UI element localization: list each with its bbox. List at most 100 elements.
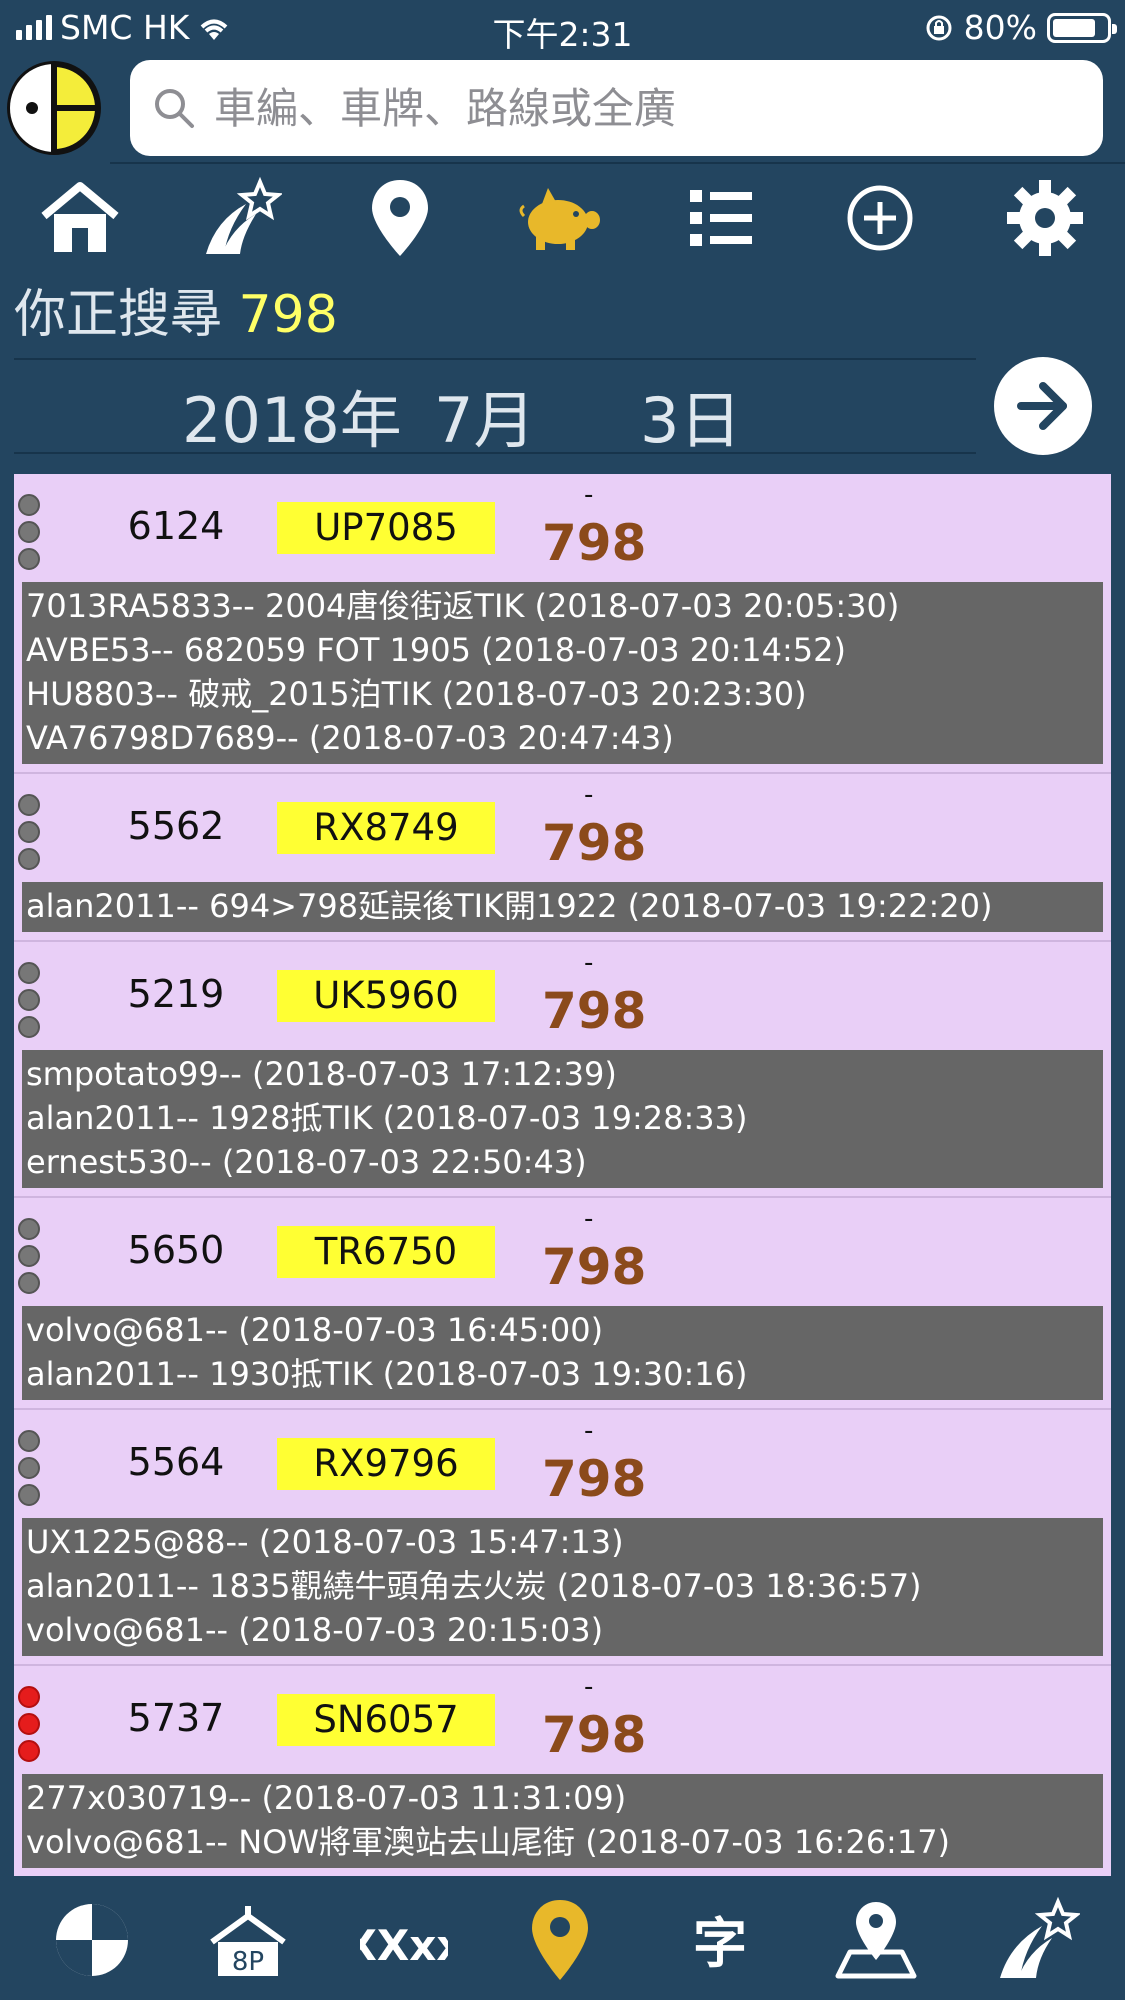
bottom-tab-bar: 8P XXxx 字 bbox=[0, 1876, 1125, 2000]
shooting-star-tab-icon[interactable] bbox=[988, 1892, 1084, 1988]
sighting-note: alan2011-- 1930抵TIK (2018-07-03 19:30:16… bbox=[26, 1355, 748, 1393]
license-plate: TR6750 bbox=[277, 1226, 495, 1278]
search-bar[interactable] bbox=[130, 60, 1103, 156]
next-arrow-button[interactable] bbox=[994, 357, 1092, 455]
bus-record-card[interactable]: 5650 TR6750 - 798 volvo@681-- (2018-07-0… bbox=[14, 1198, 1111, 1410]
search-heading: 你正搜尋 798 bbox=[14, 272, 338, 347]
route-number: 798 bbox=[542, 814, 647, 872]
record-dash: - bbox=[584, 780, 594, 810]
fleet-number: 5562 bbox=[127, 804, 225, 848]
record-header: 5737 SN6057 - 798 bbox=[14, 1666, 1111, 1774]
bus-record-card[interactable]: 5737 SN6057 - 798 277x030719-- (2018-07-… bbox=[14, 1666, 1111, 1876]
sighting-notes: smpotato99-- (2018-07-03 17:12:39) alan20… bbox=[22, 1050, 1103, 1188]
sighting-note: AVBE53-- 682059 FOT 1905 (2018-07-03 20:… bbox=[26, 631, 846, 669]
record-header: 5564 RX9796 - 798 bbox=[14, 1410, 1111, 1518]
sighting-notes: volvo@681-- (2018-07-03 16:45:00) alan201… bbox=[22, 1306, 1103, 1400]
sighting-note: alan2011-- 694>798延誤後TIK開1922 (2018-07-0… bbox=[26, 887, 993, 925]
date-month[interactable]: 7月 bbox=[434, 370, 535, 460]
record-dash: - bbox=[584, 948, 594, 978]
record-header: 5219 UK5960 - 798 bbox=[14, 942, 1111, 1050]
gear-icon[interactable] bbox=[995, 174, 1095, 262]
search-input[interactable] bbox=[214, 83, 1064, 133]
fleet-number: 5650 bbox=[127, 1228, 225, 1272]
shooting-star-icon[interactable] bbox=[190, 174, 290, 262]
hk-logo-tab-icon[interactable] bbox=[44, 1892, 140, 1988]
location-pin-icon[interactable] bbox=[350, 174, 450, 262]
pig-icon[interactable] bbox=[510, 174, 610, 262]
character-label: 字 bbox=[693, 1912, 747, 1975]
route-number: 798 bbox=[542, 514, 647, 572]
route-number: 798 bbox=[542, 1238, 647, 1296]
sighting-notes: 277x030719-- (2018-07-03 11:31:09) volvo@… bbox=[22, 1774, 1103, 1868]
sighting-note: VA76798D7689-- (2018-07-03 20:47:43) bbox=[26, 719, 674, 757]
home-icon[interactable] bbox=[30, 174, 130, 262]
status-light-icon bbox=[18, 494, 40, 570]
date-year[interactable]: 2018年 bbox=[182, 370, 402, 460]
status-light-icon bbox=[18, 1430, 40, 1506]
license-plate: RX9796 bbox=[277, 1438, 495, 1490]
battery-percent: 80% bbox=[963, 8, 1037, 47]
sighting-note: volvo@681-- (2018-07-03 16:45:00) bbox=[26, 1311, 604, 1349]
sighting-note: ernest530-- (2018-07-03 22:50:43) bbox=[26, 1143, 587, 1181]
status-light-icon bbox=[18, 962, 40, 1038]
sighting-note: HU8803-- 破戒_2015泊TIK (2018-07-03 20:23:3… bbox=[26, 675, 807, 713]
bus-record-card[interactable]: 6124 UP7085 - 798 7013RA5833-- 2004唐俊街返T… bbox=[14, 474, 1111, 774]
rotation-lock-icon bbox=[926, 15, 952, 40]
search-heading-label: 你正搜尋 bbox=[14, 285, 223, 345]
status-light-icon bbox=[18, 1218, 40, 1294]
map-pin-tab-icon[interactable] bbox=[828, 1892, 924, 1988]
battery-icon bbox=[1047, 12, 1117, 43]
license-plate: RX8749 bbox=[277, 802, 495, 854]
fleet-8p-tab-icon[interactable]: 8P bbox=[200, 1892, 296, 1988]
record-header: 5562 RX8749 - 798 bbox=[14, 774, 1111, 882]
add-circle-icon[interactable] bbox=[830, 174, 930, 262]
record-dash: - bbox=[584, 1204, 594, 1234]
fleet-number: 5564 bbox=[127, 1440, 225, 1484]
date-divider-bottom bbox=[14, 452, 976, 454]
fleet-number: 5737 bbox=[127, 1696, 225, 1740]
location-tab-icon[interactable] bbox=[512, 1892, 608, 1988]
date-divider-top bbox=[14, 358, 976, 360]
status-bar: SMC HK 下午2:31 80% bbox=[0, 0, 1125, 56]
date-day[interactable]: 3日 bbox=[640, 370, 741, 460]
bus-record-card[interactable]: 5564 RX9796 - 798 UX1225@88-- (2018-07-0… bbox=[14, 1410, 1111, 1666]
sighting-note: UX1225@88-- (2018-07-03 15:47:13) bbox=[26, 1523, 624, 1561]
record-dash: - bbox=[584, 480, 594, 510]
sighting-note: alan2011-- 1835觀繞牛頭角去火炭 (2018-07-03 18:3… bbox=[26, 1567, 922, 1605]
app-logo[interactable] bbox=[6, 60, 102, 156]
bus-record-card[interactable]: 5562 RX8749 - 798 alan2011-- 694>798延誤後T… bbox=[14, 774, 1111, 942]
xxxx-tab-icon[interactable]: XXxx bbox=[356, 1892, 452, 1988]
status-light-icon bbox=[18, 794, 40, 870]
record-dash: - bbox=[584, 1416, 594, 1446]
record-header: 5650 TR6750 - 798 bbox=[14, 1198, 1111, 1306]
sighting-notes: 7013RA5833-- 2004唐俊街返TIK (2018-07-03 20:… bbox=[22, 582, 1103, 764]
bus-record-card[interactable]: 5219 UK5960 - 798 smpotato99-- (2018-07-… bbox=[14, 942, 1111, 1198]
bus-record-list[interactable]: 6124 UP7085 - 798 7013RA5833-- 2004唐俊街返T… bbox=[14, 474, 1111, 1876]
character-tab-icon[interactable]: 字 bbox=[672, 1892, 768, 1988]
sighting-notes: alan2011-- 694>798延誤後TIK開1922 (2018-07-0… bbox=[22, 882, 1103, 932]
route-number: 798 bbox=[542, 982, 647, 1040]
sighting-note: 277x030719-- (2018-07-03 11:31:09) bbox=[26, 1779, 627, 1817]
sighting-note: smpotato99-- (2018-07-03 17:12:39) bbox=[26, 1055, 617, 1093]
sighting-note: 7013RA5833-- 2004唐俊街返TIK (2018-07-03 20:… bbox=[26, 587, 900, 625]
route-number: 798 bbox=[542, 1706, 647, 1764]
sighting-note: volvo@681-- NOW將軍澳站去山尾街 (2018-07-03 16:2… bbox=[26, 1823, 951, 1861]
sighting-notes: UX1225@88-- (2018-07-03 15:47:13) alan201… bbox=[22, 1518, 1103, 1656]
list-icon[interactable] bbox=[670, 174, 770, 262]
arrow-right-icon bbox=[1017, 382, 1067, 430]
search-icon bbox=[155, 89, 194, 128]
status-light-icon bbox=[18, 1686, 40, 1762]
route-number: 798 bbox=[542, 1450, 647, 1508]
fleet-number: 5219 bbox=[127, 972, 225, 1016]
license-plate: UK5960 bbox=[277, 970, 495, 1022]
license-plate: SN6057 bbox=[277, 1694, 495, 1746]
top-nav bbox=[0, 168, 1125, 268]
fleet-8p-label: 8P bbox=[232, 1947, 264, 1977]
record-dash: - bbox=[584, 1672, 594, 1702]
xxxx-label: XXxx bbox=[360, 1921, 448, 1970]
record-header: 6124 UP7085 - 798 bbox=[14, 474, 1111, 582]
license-plate: UP7085 bbox=[277, 502, 495, 554]
date-picker[interactable]: 2018年 7月 3日 bbox=[14, 366, 976, 457]
fleet-number: 6124 bbox=[127, 504, 225, 548]
sighting-note: volvo@681-- (2018-07-03 20:15:03) bbox=[26, 1611, 604, 1649]
